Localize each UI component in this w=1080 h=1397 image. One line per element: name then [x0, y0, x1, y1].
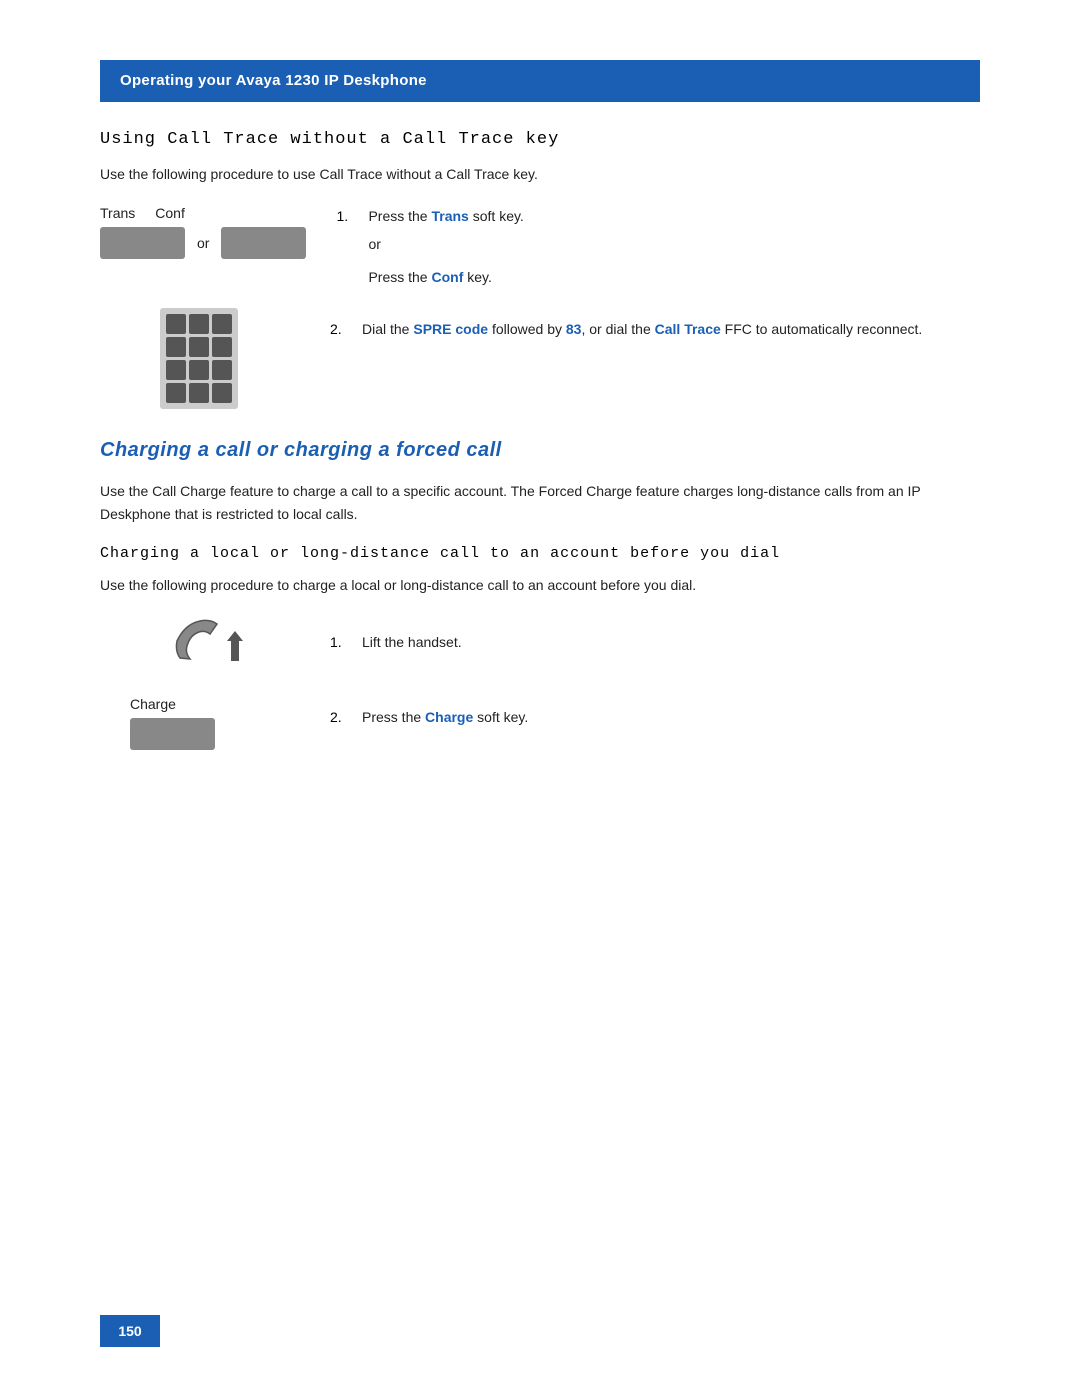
- trans-conf-instructions: 1. Press the Trans soft key. or Press th…: [336, 205, 980, 288]
- page-container: Operating your Avaya 1230 IP Deskphone U…: [0, 0, 1080, 1397]
- subsection-body-charging-local: Use the following procedure to charge a …: [100, 574, 980, 596]
- step-2-charge-suffix: soft key.: [473, 709, 528, 725]
- conf-key-button[interactable]: [221, 227, 306, 259]
- subsection-title-charging-local: Charging a local or long-distance call t…: [100, 545, 980, 562]
- step-1-lift-num: 1.: [330, 631, 352, 653]
- charge-soft-key-link: Charge: [425, 709, 473, 725]
- section-title-call-trace: Using Call Trace without a Call Trace ke…: [100, 130, 980, 149]
- step-2-charge-num: 2.: [330, 706, 352, 728]
- step-block-trans-conf: Trans Conf or 1. Press the Trans soft ke…: [100, 205, 980, 288]
- keypad-grid: [160, 308, 238, 409]
- step1-handset-instruction: 1. Lift the handset.: [330, 616, 980, 653]
- key-2: [189, 314, 209, 334]
- key-6: [212, 337, 232, 357]
- step-2-charge-text: Press the Charge soft key.: [362, 706, 528, 728]
- trans-key-button[interactable]: [100, 227, 185, 259]
- step-2-spread: 2. Dial the SPRE code followed by 83, or…: [330, 318, 980, 340]
- keypad-visual: [100, 308, 300, 409]
- section-call-trace: Using Call Trace without a Call Trace ke…: [100, 130, 980, 409]
- header-bar: Operating your Avaya 1230 IP Deskphone: [100, 60, 980, 102]
- charge-key-button[interactable]: [130, 718, 215, 750]
- 83-link: 83: [566, 321, 582, 337]
- step2-charge-instruction: 2. Press the Charge soft key.: [330, 696, 980, 728]
- handset-visual: [100, 616, 300, 676]
- step-2-text: Dial the SPRE code followed by 83, or di…: [362, 318, 922, 340]
- step-block-handset: 1. Lift the handset.: [100, 616, 980, 676]
- handset-icon: [165, 616, 265, 676]
- key-0: [189, 383, 209, 403]
- key-1: [166, 314, 186, 334]
- step2-instruction: 2. Dial the SPRE code followed by 83, or…: [330, 308, 980, 340]
- charge-key-visual: Charge: [100, 696, 300, 750]
- step-block-charge: Charge 2. Press the Charge soft key.: [100, 696, 980, 750]
- section-body-charging: Use the Call Charge feature to charge a …: [100, 480, 980, 525]
- step-2-press-charge: 2. Press the Charge soft key.: [330, 706, 980, 728]
- section-charging: Charging a call or charging a forced cal…: [100, 439, 980, 750]
- key-7: [166, 360, 186, 380]
- step-block-keypad: 2. Dial the SPRE code followed by 83, or…: [100, 308, 980, 409]
- trans-label: Trans: [100, 205, 135, 221]
- charge-label: Charge: [130, 696, 176, 712]
- step-1b-suffix: key.: [463, 269, 492, 285]
- key-4: [166, 337, 186, 357]
- key-star: [166, 383, 186, 403]
- step-2-num: 2.: [330, 318, 352, 340]
- call-trace-link: Call Trace: [655, 321, 721, 337]
- section-body-call-trace: Use the following procedure to use Call …: [100, 163, 980, 185]
- step-1b-conf: Press the Conf key.: [336, 266, 980, 288]
- step-1-trans: 1. Press the Trans soft key.: [336, 205, 980, 227]
- keys-row: or: [100, 227, 306, 259]
- section-heading-charging: Charging a call or charging a forced cal…: [100, 439, 980, 462]
- trans-conf-visual: Trans Conf or: [100, 205, 306, 259]
- step-1-lift-text: Lift the handset.: [362, 631, 462, 653]
- conf-label: Conf: [155, 205, 185, 221]
- header-bar-text: Operating your Avaya 1230 IP Deskphone: [120, 72, 427, 89]
- step-1-suffix: soft key.: [469, 208, 524, 224]
- step-1b-text: Press the Conf key.: [368, 266, 491, 288]
- key-3: [212, 314, 232, 334]
- page-number: 150: [100, 1315, 160, 1347]
- key-9: [212, 360, 232, 380]
- key-pound: [212, 383, 232, 403]
- step-1b-spacer: [336, 266, 358, 288]
- key-8: [189, 360, 209, 380]
- or-label-between-keys: or: [197, 235, 209, 251]
- key-labels-row: Trans Conf: [100, 205, 185, 221]
- or-between-steps: or: [368, 236, 980, 252]
- spre-code-link: SPRE code: [413, 321, 488, 337]
- step-1-num: 1.: [336, 205, 358, 227]
- step-1-text: Press the Trans soft key.: [368, 205, 523, 227]
- step-1-lift-handset: 1. Lift the handset.: [330, 631, 980, 653]
- conf-link: Conf: [431, 269, 463, 285]
- key-5: [189, 337, 209, 357]
- trans-link: Trans: [431, 208, 468, 224]
